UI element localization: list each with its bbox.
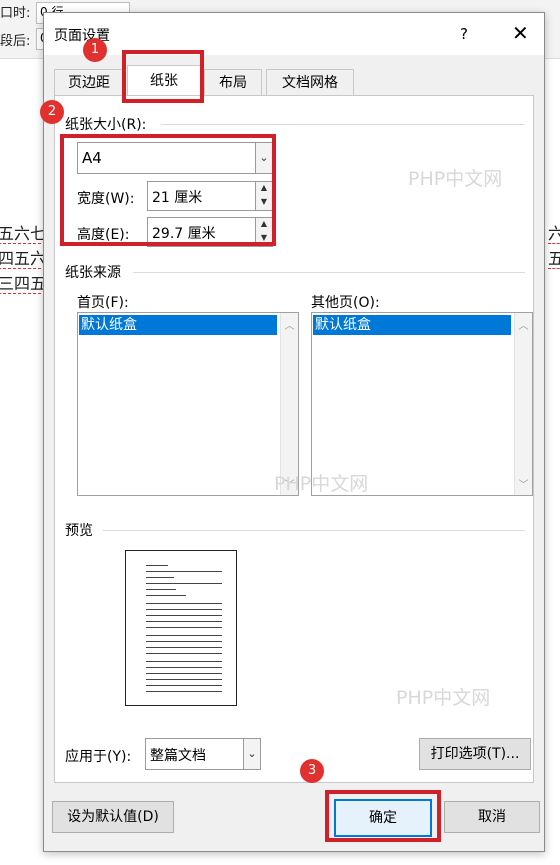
first-page-label: 首页(F): [77, 295, 129, 311]
doc-text-right-1: 六 [548, 225, 560, 244]
highlight-paper-tab [122, 50, 204, 103]
doc-text-line-3: 三四五 [0, 274, 47, 294]
group-divider [103, 530, 525, 531]
step-badge-2: 2 [40, 100, 64, 124]
spacing-before-label: 口时: [0, 6, 31, 21]
doc-text-right-2: 五 [548, 250, 560, 269]
spacing-after-label: 段后: [0, 34, 31, 49]
list-item[interactable]: 默认纸盒 [313, 315, 511, 335]
step-badge-3: 3 [300, 759, 324, 783]
tab-margins[interactable]: 页边距 [54, 69, 124, 96]
chevron-down-icon[interactable]: ﹀ [515, 476, 532, 491]
print-options-button[interactable]: 打印选项(T)... [419, 738, 531, 770]
scrollbar[interactable]: ︿ ﹀ [514, 313, 532, 495]
other-pages-label: 其他页(O): [311, 295, 380, 311]
step-badge-1: 1 [83, 38, 107, 62]
apply-to-label: 应用于(Y): [65, 749, 132, 765]
paper-source-label: 纸张来源 [65, 265, 121, 281]
highlight-paper-size [60, 134, 276, 246]
group-divider [133, 272, 525, 273]
help-button[interactable]: ? [460, 25, 468, 43]
chevron-up-icon[interactable]: ︿ [281, 317, 298, 332]
watermark: PHP中文网 [408, 168, 503, 190]
first-page-list[interactable]: 默认纸盒 ︿ ﹀ [77, 312, 299, 496]
set-default-button[interactable]: 设为默认值(D) [52, 801, 174, 833]
tab-document-grid[interactable]: 文档网格 [266, 69, 354, 96]
watermark: PHP中文网 [396, 687, 491, 709]
cancel-button[interactable]: 取消 [444, 801, 540, 833]
dialog-titlebar: 页面设置 ? ✕ [44, 13, 544, 55]
preview-page [125, 550, 237, 706]
list-item[interactable]: 默认纸盒 [79, 315, 277, 335]
scrollbar[interactable]: ︿ ﹀ [280, 313, 298, 495]
close-button[interactable]: ✕ [512, 21, 529, 45]
preview-label: 预览 [65, 523, 93, 539]
doc-text-line-1: 五六七 [0, 224, 47, 244]
watermark: PHP中文网 [274, 473, 369, 495]
apply-to-select[interactable]: 整篇文档 ⌄ [145, 738, 261, 770]
highlight-ok-button [325, 790, 441, 842]
doc-text-line-2: 四五六 [0, 249, 47, 269]
paper-size-label: 纸张大小(R): [65, 117, 147, 133]
chevron-up-icon[interactable]: ︿ [515, 317, 532, 332]
group-divider [161, 124, 525, 125]
tab-layout[interactable]: 布局 [204, 69, 262, 96]
chevron-down-icon[interactable]: ⌄ [243, 739, 260, 769]
